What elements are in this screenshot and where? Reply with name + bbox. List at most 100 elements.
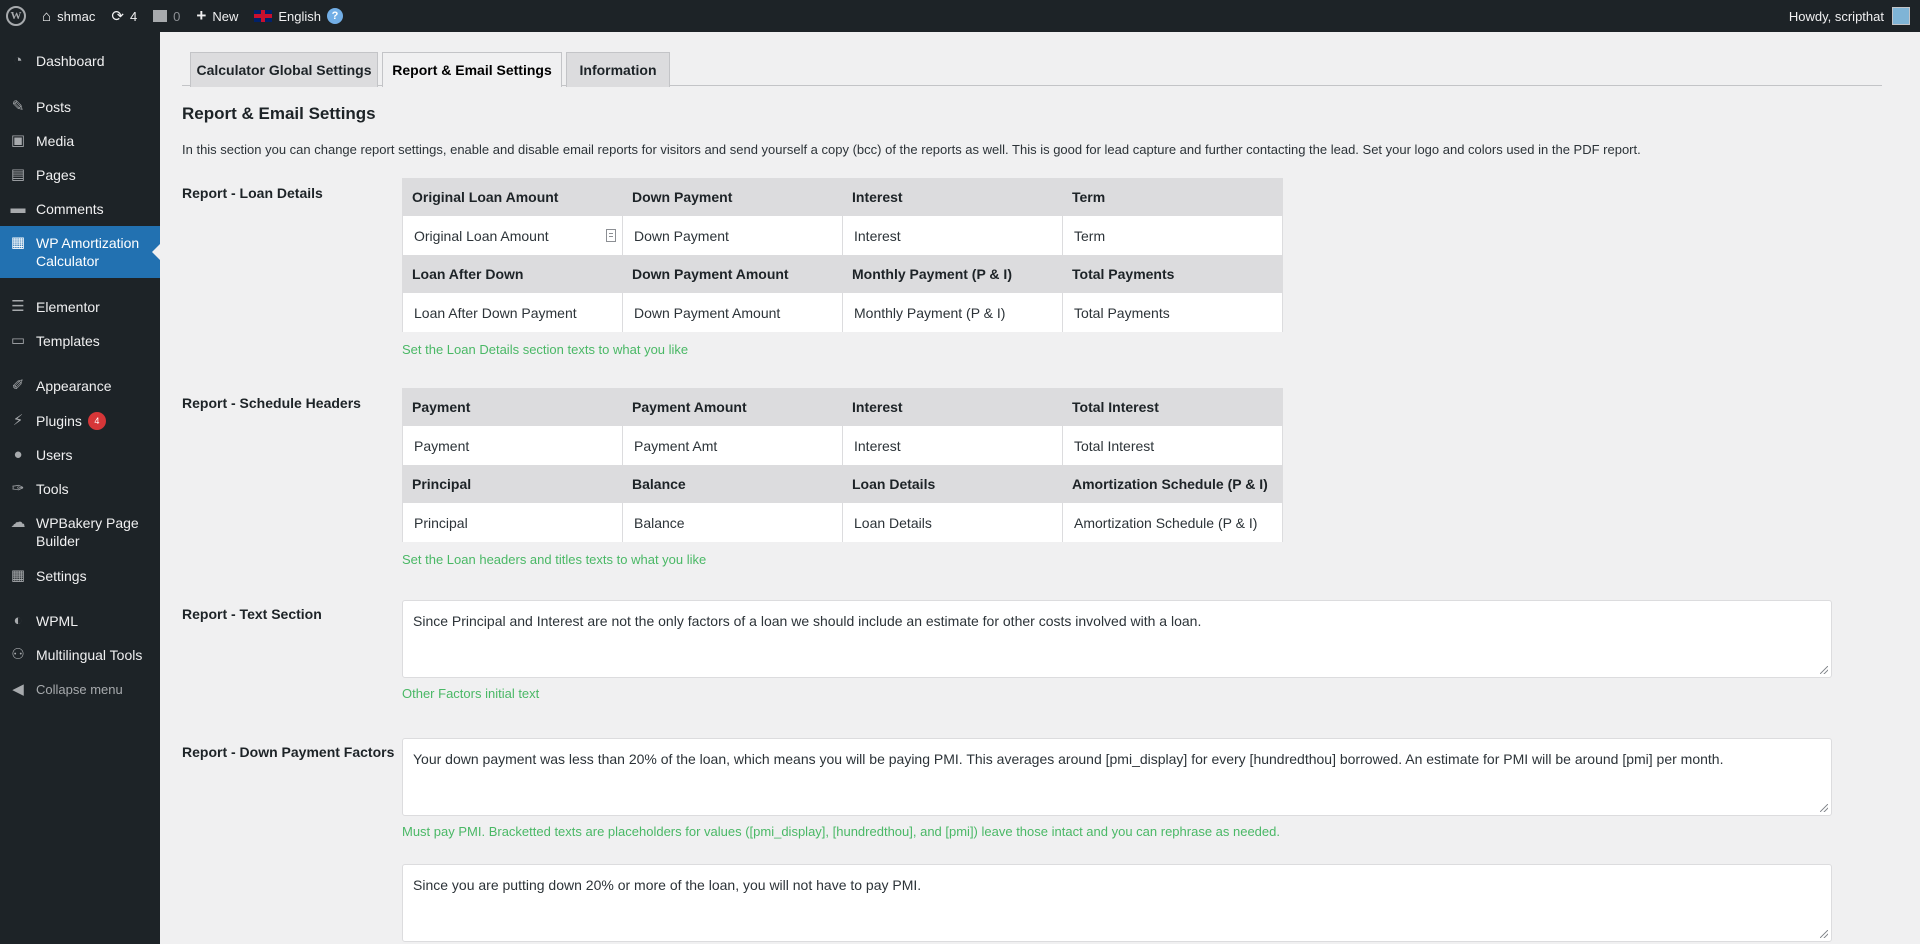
balance-input[interactable]: Balance (623, 503, 843, 542)
column-header: Loan Details (852, 476, 936, 492)
sidebar-item-media[interactable]: ▣ Media (0, 132, 160, 150)
comments-link[interactable]: 0 (145, 0, 188, 32)
collapse-menu-button[interactable]: ◀ Collapse menu (0, 681, 160, 699)
resize-handle[interactable] (1820, 930, 1828, 938)
admin-bar: W ⌂ shmac ⟳ 4 0 + New English ? Howdy, s… (0, 0, 1920, 32)
updates-count: 4 (129, 8, 138, 24)
grid-header-row: Principal Balance Loan Details Amortizat… (402, 465, 1283, 503)
column-header: Down Payment Amount (632, 266, 789, 282)
textarea-value: Your down payment was less than 20% of t… (413, 751, 1724, 767)
comment-icon (153, 10, 168, 22)
tab-information[interactable]: Information (566, 52, 670, 87)
loan-details-hint: Set the Loan Details section texts to wh… (402, 342, 689, 357)
total-interest-input[interactable]: Total Interest (1063, 426, 1283, 465)
other-factors-textarea[interactable]: Since Principal and Interest are not the… (402, 600, 1832, 678)
wrench-icon: ✑ (11, 480, 25, 497)
sidebar-item-elementor[interactable]: ☰ Elementor (0, 298, 160, 316)
loan-details-title-input[interactable]: Loan Details (843, 503, 1063, 542)
site-name-link[interactable]: ⌂ shmac (34, 0, 103, 32)
sidebar-item-appearance[interactable]: ✐ Appearance (0, 377, 160, 395)
collapse-icon: ◀ (12, 681, 24, 698)
sidebar-item-templates[interactable]: ▭ Templates (0, 332, 160, 350)
no-pmi-textarea[interactable]: Since you are putting down 20% or more o… (402, 864, 1832, 942)
page-description: In this section you can change report se… (182, 142, 1641, 157)
sidebar-item-label: Elementor (36, 299, 100, 315)
sidebar-item-posts[interactable]: ✎ Posts (0, 98, 160, 116)
my-account[interactable]: Howdy, scripthat (1789, 0, 1910, 32)
grid-header-row: Original Loan Amount Down Payment Intere… (402, 178, 1283, 216)
sidebar-item-label: Dashboard (36, 53, 105, 69)
language-switcher[interactable]: English ? (246, 0, 351, 32)
sidebar-item-wpml[interactable]: ◐ WPML (0, 612, 160, 630)
original-loan-amount-input[interactable]: Original Loan Amount (403, 216, 623, 255)
avatar (1892, 7, 1910, 25)
sidebar-item-settings[interactable]: ▦ Settings (0, 567, 160, 585)
payment-amount-input[interactable]: Payment Amt (623, 426, 843, 465)
column-header: Balance (632, 476, 686, 492)
schedule-headers-grid: Payment Payment Amount Interest Total In… (402, 388, 1283, 542)
settings-icon: ▦ (10, 567, 26, 584)
comments-count: 0 (173, 8, 181, 24)
tab-calculator-global-settings[interactable]: Calculator Global Settings (190, 52, 378, 87)
sidebar-item-dashboard[interactable]: ◔ Dashboard (0, 52, 160, 70)
admin-sidebar: ◔ Dashboard ✎ Posts ▣ Media ▤ Pages ▬ Co… (0, 32, 160, 944)
interest-header-input[interactable]: Interest (843, 426, 1063, 465)
down-payment-hint: Must pay PMI. Bracketted texts are place… (402, 824, 1280, 839)
grid-header-row: Payment Payment Amount Interest Total In… (402, 388, 1283, 426)
column-header: Payment (412, 399, 471, 415)
sidebar-item-label: Tools (36, 481, 69, 497)
monthly-payment-input[interactable]: Monthly Payment (P & I) (843, 293, 1063, 332)
translate-icon: ⚇ (11, 646, 25, 663)
payment-input[interactable]: Payment (403, 426, 623, 465)
howdy-text: Howdy, scripthat (1788, 8, 1884, 24)
pages-icon: ▤ (10, 166, 26, 183)
sidebar-item-wpbakery-page-builder[interactable]: ☁ WPBakery Page Builder (0, 514, 160, 550)
column-header: Total Interest (1072, 399, 1159, 415)
grid-input-row: Loan After Down Payment Down Payment Amo… (402, 293, 1283, 332)
home-icon: ⌂ (42, 7, 52, 25)
down-payment-amount-input[interactable]: Down Payment Amount (623, 293, 843, 332)
tab-label: Information (579, 62, 657, 78)
media-icon: ▣ (10, 132, 26, 149)
down-payment-input[interactable]: Down Payment (623, 216, 843, 255)
resize-handle[interactable] (1820, 804, 1828, 812)
sidebar-item-tools[interactable]: ✑ Tools (0, 480, 160, 498)
tab-label: Calculator Global Settings (196, 62, 372, 78)
column-header: Monthly Payment (P & I) (852, 266, 1012, 282)
total-payments-input[interactable]: Total Payments (1063, 293, 1283, 332)
help-icon[interactable]: ? (327, 8, 343, 24)
tab-label: Report & Email Settings (392, 62, 552, 78)
column-header: Total Payments (1072, 266, 1175, 282)
sidebar-item-label: Posts (36, 99, 72, 115)
resize-handle[interactable] (1820, 666, 1828, 674)
plugins-update-badge: 4 (87, 412, 106, 430)
dashboard-icon: ◔ (13, 52, 23, 69)
sidebar-item-multilingual-tools[interactable]: ⚇ Multilingual Tools (0, 646, 160, 664)
updates-link[interactable]: ⟳ 4 (103, 0, 145, 32)
sidebar-item-pages[interactable]: ▤ Pages (0, 166, 160, 184)
tab-report-email-settings[interactable]: Report & Email Settings (382, 52, 562, 87)
principal-input[interactable]: Principal (403, 503, 623, 542)
sidebar-item-comments[interactable]: ▬ Comments (0, 200, 160, 218)
sidebar-item-plugins[interactable]: ⚡ Plugins 4 (0, 412, 160, 430)
sidebar-item-users[interactable]: ● Users (0, 446, 160, 464)
sidebar-item-label: Media (36, 133, 75, 149)
new-content-link[interactable]: + New (188, 0, 246, 32)
loan-after-down-input[interactable]: Loan After Down Payment (403, 293, 623, 332)
autofill-icon[interactable] (606, 229, 616, 242)
sidebar-item-label: Comments (36, 201, 104, 217)
grid-header-row: Loan After Down Down Payment Amount Mont… (402, 255, 1283, 293)
wp-logo-menu[interactable]: W (0, 0, 34, 32)
sidebar-item-label: Pages (36, 167, 76, 183)
term-input[interactable]: Term (1063, 216, 1283, 255)
column-header: Original Loan Amount (412, 189, 559, 205)
pmi-required-textarea[interactable]: Your down payment was less than 20% of t… (402, 738, 1832, 816)
column-header: Amortization Schedule (P & I) (1072, 476, 1268, 492)
calculator-icon: ▦ (10, 234, 26, 251)
sidebar-item-wp-amortization-calculator[interactable]: ▦ WP Amortization Calculator (0, 226, 160, 278)
interest-input[interactable]: Interest (843, 216, 1063, 255)
sidebar-item-label: Multilingual Tools (36, 647, 143, 663)
sidebar-item-label: Collapse menu (36, 682, 123, 697)
input-value: Original Loan Amount (414, 227, 549, 244)
amortization-schedule-input[interactable]: Amortization Schedule (P & I) (1063, 503, 1283, 542)
